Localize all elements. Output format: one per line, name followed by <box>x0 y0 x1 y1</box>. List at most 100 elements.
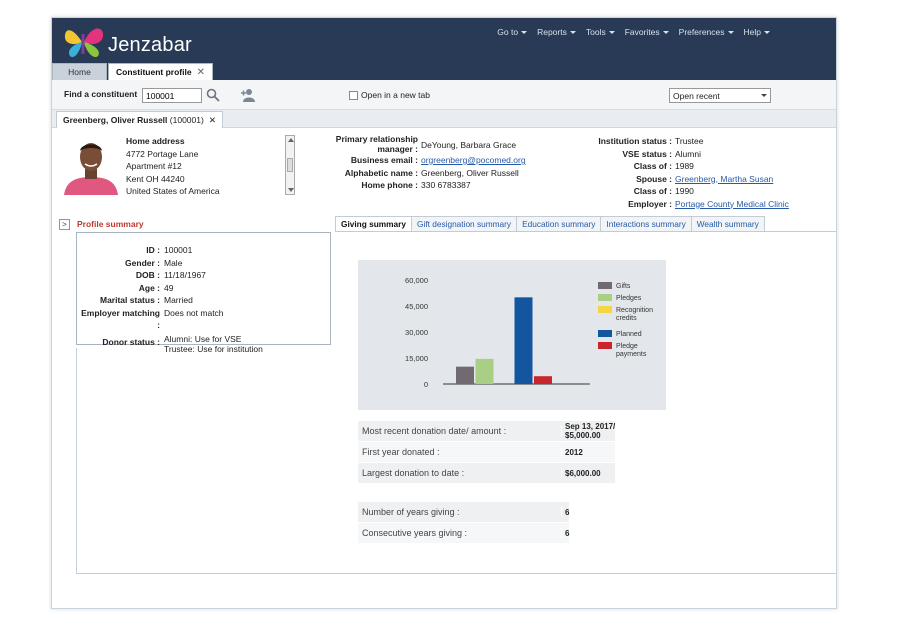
y-tick-label: 15,000 <box>405 354 428 363</box>
nav-label: Help <box>743 27 761 37</box>
scroll-thumb[interactable] <box>287 158 293 172</box>
stats-key: Consecutive years giving : <box>358 528 562 538</box>
expand-panel-icon[interactable]: > <box>59 219 70 230</box>
contact-block: Primary relationship manager : DeYoung, Ba… <box>312 134 526 192</box>
profile-row: Gender : Male <box>76 257 263 270</box>
stats-value: 6 <box>565 507 570 517</box>
profile-value: Married <box>164 295 193 305</box>
employer-link[interactable]: Portage County Medical Clinic <box>672 198 789 211</box>
tab-gift-designation-summary[interactable]: Gift designation summary <box>412 216 518 232</box>
main-tabs: Home Constituent profile ✕ <box>52 63 213 80</box>
address-line: Kent OH 44240 <box>126 173 185 184</box>
legend-label: Gifts <box>616 283 631 290</box>
bar-gifts <box>456 366 474 384</box>
rel-manager-value: DeYoung, Barbara Grace <box>421 140 517 150</box>
profile-key: ID : <box>146 245 160 255</box>
legend-swatch <box>598 342 612 349</box>
legend-label: Recognition credits <box>616 307 653 322</box>
y-tick-label: 45,000 <box>405 302 428 311</box>
address-line: 4772 Portage Lane <box>126 148 199 159</box>
app-window: Jenzabar Go to Reports Tools Favorites P… <box>51 17 837 609</box>
tab-interactions-summary[interactable]: Interactions summary <box>601 216 692 232</box>
nav-favorites[interactable]: Favorites <box>625 27 669 37</box>
y-tick-label: 30,000 <box>405 328 428 337</box>
search-icon[interactable] <box>206 88 220 102</box>
record-name: Greenberg, Oliver Russell <box>63 115 168 125</box>
vse-status-value: Alumni <box>675 148 701 159</box>
nav-tools[interactable]: Tools <box>586 27 615 37</box>
close-icon[interactable]: ✕ <box>197 64 205 81</box>
legend-swatch <box>598 282 612 289</box>
nav-label: Favorites <box>624 27 660 37</box>
nav-label: Go to <box>497 27 519 37</box>
tab-label: Constituent profile <box>116 66 192 77</box>
arrow-down-icon[interactable] <box>288 188 294 192</box>
nav-preferences[interactable]: Preferences <box>679 27 734 37</box>
status-block: Institution status : Trustee VSE status :… <box>572 135 789 210</box>
address-line: Apartment #12 <box>126 161 182 171</box>
legend-swatch <box>598 306 612 313</box>
caret-down-icon <box>727 30 734 34</box>
address-scrollbar[interactable] <box>285 135 295 195</box>
profile-row: Employer matching : Does not match <box>76 307 263 332</box>
open-recent-value: Open recent <box>673 90 720 101</box>
tab-wealth-summary[interactable]: Wealth summary <box>691 216 765 232</box>
home-phone-value: 330 6783387 <box>421 180 471 190</box>
stats-key: First year donated : <box>358 447 562 457</box>
nav-help[interactable]: Help <box>744 27 770 37</box>
arrow-up-icon[interactable] <box>288 138 294 142</box>
address-line: United States of America <box>126 186 220 196</box>
person-photo-icon <box>62 135 120 195</box>
butterfly-logo-icon <box>64 28 104 58</box>
caret-down-icon <box>764 30 770 34</box>
stats-row: Most recent donation date/ amount : Sep 1… <box>358 421 616 442</box>
spouse-link[interactable]: Greenberg, Martha Susan <box>672 173 773 186</box>
stats-value: Sep 13, 2017/ $5,000.00 <box>565 422 616 440</box>
tab-label: Home <box>68 66 91 77</box>
jenzabar-logo[interactable]: Jenzabar <box>62 24 212 64</box>
profile-key: Age : <box>138 282 160 293</box>
profile-key: Gender : <box>125 257 160 268</box>
profile-row: Age : 49 <box>76 282 263 295</box>
profile-value: 11/18/1967 <box>164 270 206 280</box>
find-constituent-label: Find a constituent <box>64 89 138 99</box>
find-constituent-input[interactable] <box>142 88 202 103</box>
record-tab[interactable]: Greenberg, Oliver Russell (100001) ✕ <box>56 111 223 128</box>
add-user-icon[interactable] <box>240 87 256 103</box>
nav-goto[interactable]: Go to <box>497 27 528 37</box>
profile-key: DOB : <box>135 270 160 280</box>
nav-label: Tools <box>585 27 606 37</box>
constituent-photo <box>62 135 120 195</box>
find-bar: Find a constituent Open in a new tab Ope… <box>52 80 836 110</box>
email-label: Business email : <box>350 155 418 165</box>
top-nav: Go to Reports Tools Favorites Preference… <box>497 27 770 37</box>
alpha-name-value: Greenberg, Oliver Russell <box>421 167 519 178</box>
tab-home[interactable]: Home <box>52 63 107 80</box>
giving-stats-2: Number of years giving :6 Consecutive ye… <box>358 502 570 544</box>
bottom-divider <box>76 573 836 574</box>
profile-row: ID : 100001 <box>76 244 263 257</box>
nav-reports[interactable]: Reports <box>537 27 576 37</box>
tab-education-summary[interactable]: Education summary <box>517 216 602 232</box>
home-address-block: Home address 4772 Portage Lane Apartment… <box>126 135 220 198</box>
y-tick-label: 0 <box>424 380 428 389</box>
profile-key: Employer matching : <box>81 307 160 331</box>
open-new-tab-toggle[interactable]: Open in a new tab <box>349 90 430 100</box>
open-recent-select[interactable]: Open recent <box>669 88 771 103</box>
class-of-value: 1989 <box>675 161 694 171</box>
rel-manager-label: Primary relationship manager : <box>335 134 418 154</box>
y-tick-label: 60,000 <box>405 276 428 285</box>
employer-label: Employer : <box>628 198 672 209</box>
tab-giving-summary[interactable]: Giving summary <box>335 216 413 232</box>
profile-key: Marital status : <box>100 295 160 305</box>
caret-down-icon <box>521 30 528 34</box>
close-icon[interactable]: ✕ <box>209 112 216 128</box>
stats-row: Largest donation to date : $6,000.00 <box>358 463 616 484</box>
institution-status-value: Trustee <box>675 136 704 146</box>
legend-swatch <box>598 294 612 301</box>
nav-label: Reports <box>537 27 567 37</box>
open-new-tab-checkbox[interactable] <box>349 90 358 100</box>
stats-key: Largest donation to date : <box>358 468 562 478</box>
tab-constituent-profile[interactable]: Constituent profile ✕ <box>108 63 213 80</box>
email-link[interactable]: orgreenberg@pocomed.org <box>418 154 526 167</box>
